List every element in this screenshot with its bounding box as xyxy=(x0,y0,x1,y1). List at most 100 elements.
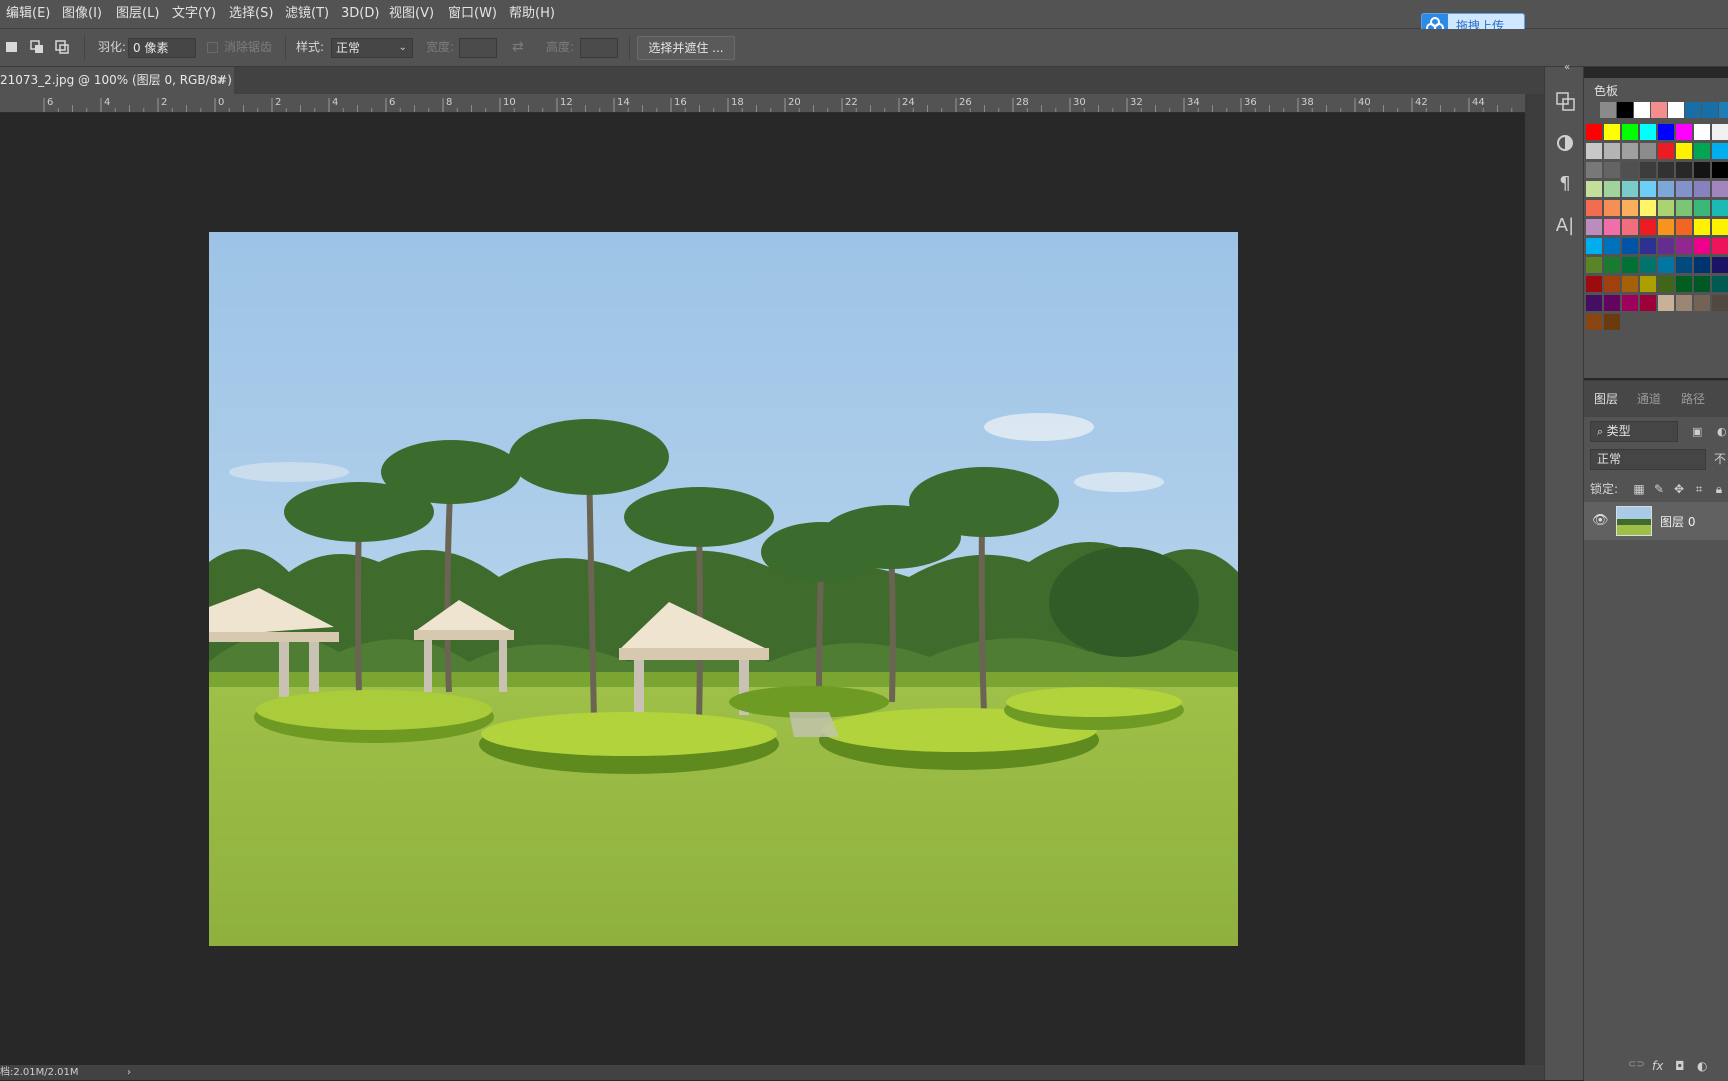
color-swatch[interactable] xyxy=(1640,181,1656,197)
menu-edit[interactable]: 编辑(E) xyxy=(6,0,50,28)
menu-view[interactable]: 视图(V) xyxy=(389,0,434,28)
color-swatch[interactable] xyxy=(1604,314,1620,330)
color-swatch[interactable] xyxy=(1676,124,1692,140)
layer-row[interactable]: 👁︎ 图层 0 xyxy=(1584,502,1728,540)
recent-swatch[interactable] xyxy=(1668,102,1684,118)
color-swatch[interactable] xyxy=(1694,143,1710,159)
color-swatch[interactable] xyxy=(1586,200,1602,216)
color-swatch[interactable] xyxy=(1622,257,1638,273)
menu-layer[interactable]: 图层(L) xyxy=(116,0,159,28)
color-swatch[interactable] xyxy=(1694,124,1710,140)
select-and-mask-button[interactable]: 选择并遮住 ... xyxy=(637,36,735,60)
adjustment-filter-icon[interactable]: ◐ xyxy=(1717,425,1727,438)
color-swatch[interactable] xyxy=(1640,219,1656,235)
recent-swatch[interactable] xyxy=(1702,102,1718,118)
menu-filter[interactable]: 滤镜(T) xyxy=(285,0,329,28)
color-swatch[interactable] xyxy=(1622,238,1638,254)
lock-pixels-icon[interactable]: ✎ xyxy=(1652,482,1666,496)
properties-icon[interactable] xyxy=(1554,90,1576,112)
paragraph-icon[interactable]: ¶ xyxy=(1554,173,1576,195)
color-swatch[interactable] xyxy=(1658,295,1674,311)
tab-paths[interactable]: 路径 xyxy=(1681,386,1705,412)
character-icon[interactable]: A| xyxy=(1554,215,1576,237)
status-menu-arrow[interactable]: › xyxy=(127,1065,131,1080)
color-swatch[interactable] xyxy=(1640,124,1656,140)
color-swatch[interactable] xyxy=(1658,124,1674,140)
color-swatch[interactable] xyxy=(1640,162,1656,178)
color-swatch[interactable] xyxy=(1622,295,1638,311)
color-swatch[interactable] xyxy=(1658,238,1674,254)
color-swatch[interactable] xyxy=(1640,276,1656,292)
color-swatch[interactable] xyxy=(1676,200,1692,216)
adjustment-layer-icon[interactable]: ◐ xyxy=(1697,1059,1707,1073)
color-swatch[interactable] xyxy=(1622,200,1638,216)
menu-window[interactable]: 窗口(W) xyxy=(448,0,497,28)
recent-swatch[interactable] xyxy=(1600,102,1616,118)
document-image[interactable] xyxy=(209,232,1238,946)
tab-swatches[interactable]: 色板 xyxy=(1594,78,1618,104)
mask-icon[interactable]: ◘ xyxy=(1675,1059,1685,1073)
color-swatch[interactable] xyxy=(1712,257,1728,273)
color-swatch[interactable] xyxy=(1586,124,1602,140)
layer-name[interactable]: 图层 0 xyxy=(1660,513,1695,530)
color-swatch[interactable] xyxy=(1676,143,1692,159)
new-selection-icon[interactable] xyxy=(4,39,20,55)
color-swatch[interactable] xyxy=(1604,238,1620,254)
color-swatch[interactable] xyxy=(1640,238,1656,254)
color-swatch[interactable] xyxy=(1622,181,1638,197)
image-filter-icon[interactable]: ▣ xyxy=(1692,425,1702,438)
color-swatch[interactable] xyxy=(1712,143,1728,159)
color-swatch[interactable] xyxy=(1604,276,1620,292)
color-swatch[interactable] xyxy=(1658,257,1674,273)
color-swatch[interactable] xyxy=(1586,314,1602,330)
color-swatch[interactable] xyxy=(1658,181,1674,197)
color-swatch[interactable] xyxy=(1676,276,1692,292)
color-swatch[interactable] xyxy=(1604,162,1620,178)
color-swatch[interactable] xyxy=(1676,162,1692,178)
color-swatch[interactable] xyxy=(1640,295,1656,311)
menu-3d[interactable]: 3D(D) xyxy=(341,0,379,28)
tab-channels[interactable]: 通道 xyxy=(1637,386,1661,412)
link-icon[interactable]: ⊂⊃ xyxy=(1628,1059,1645,1070)
color-swatch[interactable] xyxy=(1622,162,1638,178)
color-swatch[interactable] xyxy=(1694,257,1710,273)
feather-input[interactable]: 0 像素 xyxy=(128,38,196,58)
color-swatch[interactable] xyxy=(1694,162,1710,178)
color-swatch[interactable] xyxy=(1640,200,1656,216)
fx-icon[interactable]: fx xyxy=(1652,1059,1663,1073)
antialias-checkbox[interactable] xyxy=(207,42,218,53)
lock-artboard-icon[interactable]: ⌗ xyxy=(1692,482,1706,496)
color-swatch[interactable] xyxy=(1676,238,1692,254)
recent-swatch[interactable] xyxy=(1651,102,1667,118)
swap-icon[interactable]: ⇄ xyxy=(512,29,524,66)
color-swatch[interactable] xyxy=(1604,124,1620,140)
color-swatch[interactable] xyxy=(1586,162,1602,178)
color-swatch[interactable] xyxy=(1694,276,1710,292)
color-swatch[interactable] xyxy=(1586,276,1602,292)
color-swatch[interactable] xyxy=(1604,295,1620,311)
color-swatch[interactable] xyxy=(1676,257,1692,273)
color-swatch[interactable] xyxy=(1658,200,1674,216)
subtract-selection-icon[interactable] xyxy=(54,39,70,55)
lock-position-icon[interactable]: ✥ xyxy=(1672,482,1686,496)
color-swatch[interactable] xyxy=(1658,276,1674,292)
recent-swatch[interactable] xyxy=(1617,102,1633,118)
color-swatch[interactable] xyxy=(1586,143,1602,159)
menu-image[interactable]: 图像(I) xyxy=(62,0,102,28)
color-swatch[interactable] xyxy=(1712,219,1728,235)
color-swatch[interactable] xyxy=(1622,276,1638,292)
color-swatch[interactable] xyxy=(1694,219,1710,235)
menu-help[interactable]: 帮助(H) xyxy=(509,0,555,28)
visibility-eye-icon[interactable]: 👁︎ xyxy=(1592,513,1609,528)
color-swatch[interactable] xyxy=(1658,162,1674,178)
vertical-scrollbar[interactable] xyxy=(1525,94,1544,1065)
color-swatch[interactable] xyxy=(1712,238,1728,254)
width-input[interactable] xyxy=(459,38,497,58)
color-swatch[interactable] xyxy=(1622,219,1638,235)
color-swatch[interactable] xyxy=(1712,295,1728,311)
recent-swatch[interactable] xyxy=(1719,102,1728,118)
adjustments-icon[interactable] xyxy=(1554,132,1576,154)
color-swatch[interactable] xyxy=(1694,295,1710,311)
color-swatch[interactable] xyxy=(1712,124,1728,140)
recent-swatch[interactable] xyxy=(1685,102,1701,118)
